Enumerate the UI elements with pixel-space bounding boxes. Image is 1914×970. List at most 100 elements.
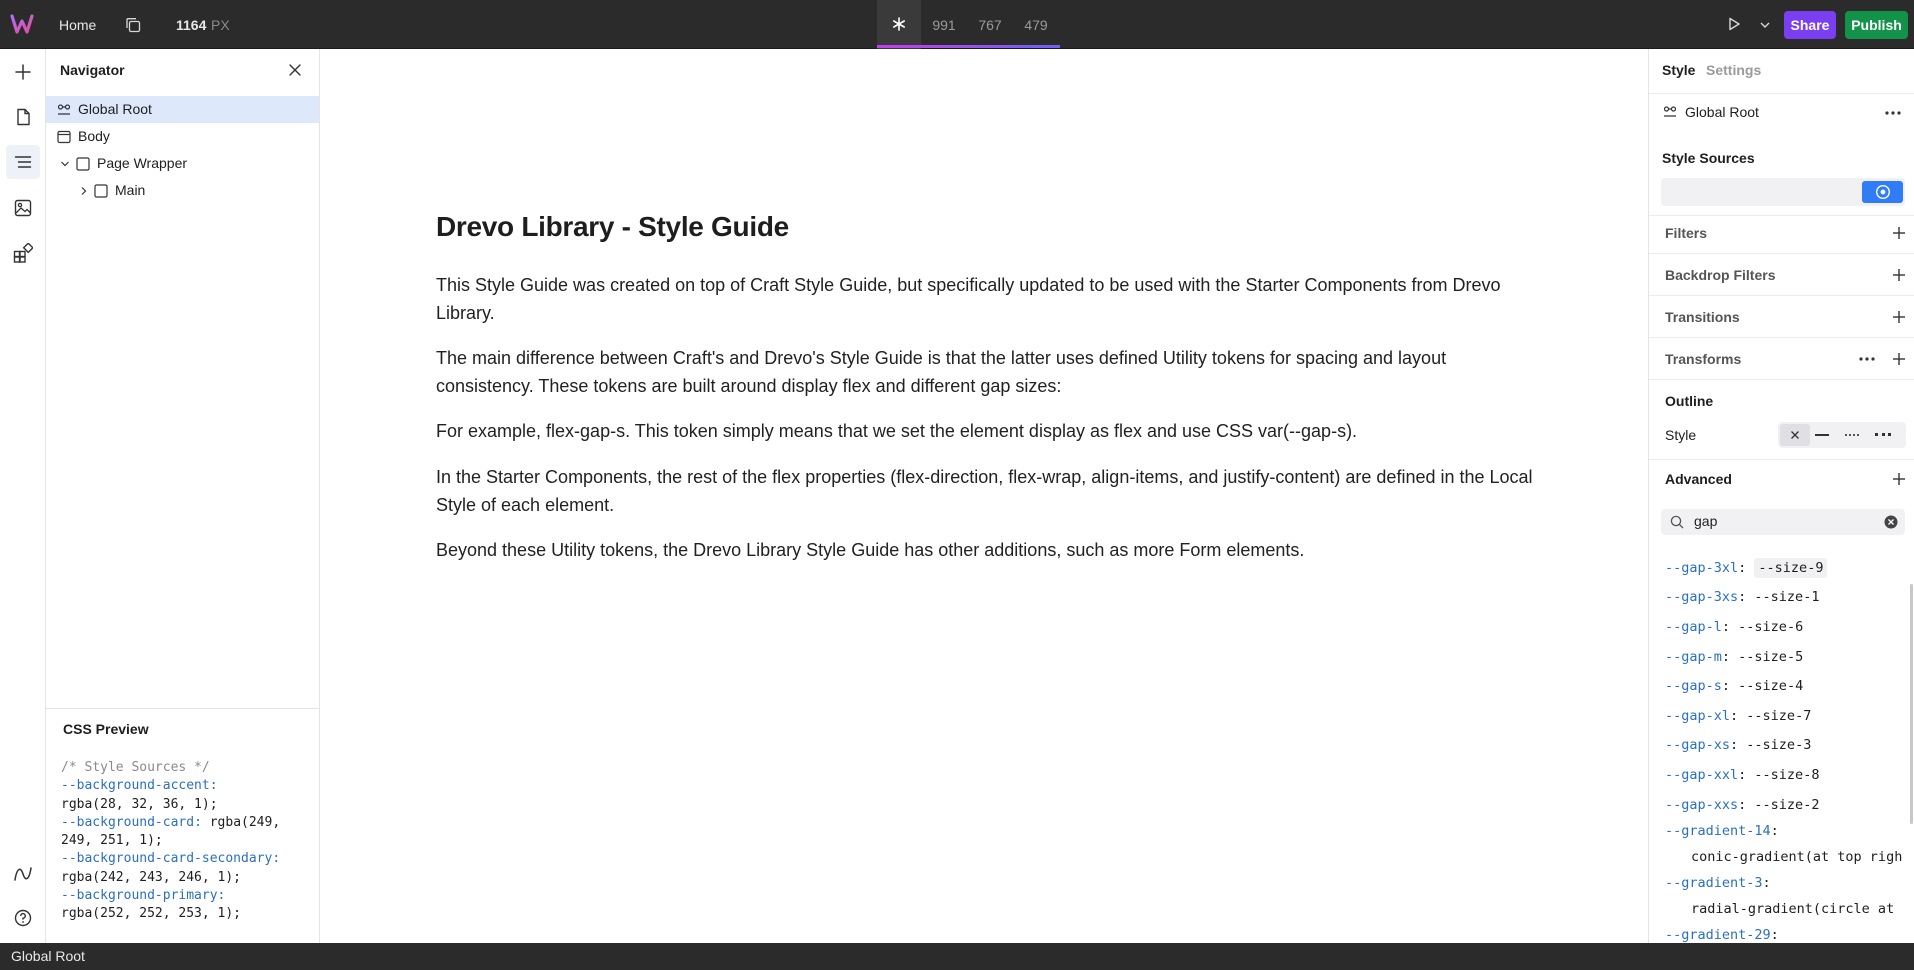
animation-curve-icon[interactable] [8, 859, 38, 889]
transform-more-icon[interactable] [1859, 357, 1875, 361]
pages-icon[interactable] [8, 102, 38, 132]
chevron-down-icon[interactable] [1759, 19, 1771, 31]
tree-item-page-wrapper[interactable]: Page Wrapper [46, 150, 319, 177]
css-variable-row[interactable]: --gradient-3: [1665, 875, 1771, 891]
css-val: rgba(242, 243, 246, 1); [61, 869, 242, 885]
tree-item-label: Global Root [78, 101, 152, 117]
assets-image-icon[interactable] [8, 193, 38, 223]
divider [1649, 253, 1914, 254]
add-transition-icon[interactable] [1892, 310, 1906, 324]
variable-value[interactable]: --size-2 [1754, 797, 1819, 813]
breakpoint-479[interactable]: 479 [1013, 0, 1059, 49]
css-variable-row[interactable]: --gap-s: --size-4 [1665, 678, 1803, 694]
clear-search-icon[interactable] [1884, 515, 1898, 529]
section-filters[interactable]: Filters [1665, 225, 1707, 241]
preview-play-icon[interactable] [1726, 16, 1742, 32]
design-canvas[interactable]: Drevo Library - Style Guide This Style G… [320, 49, 1648, 943]
breakpoint-991[interactable]: 991 [921, 0, 967, 49]
section-transitions[interactable]: Transitions [1665, 309, 1740, 325]
breakpoint-767[interactable]: 767 [967, 0, 1013, 49]
paragraph: In the Starter Components, the rest of t… [436, 467, 1533, 515]
divider [1649, 379, 1914, 380]
css-variable-row[interactable]: --gap-3xs: --size-1 [1665, 589, 1819, 605]
divider [1649, 459, 1914, 460]
navigator-title: Navigator [60, 62, 125, 78]
css-variable-row[interactable]: --gap-xxs: --size-2 [1665, 797, 1819, 813]
paragraph: Beyond these Utility tokens, the Drevo L… [436, 540, 1305, 560]
css-prop: --background-primary [61, 888, 218, 904]
close-icon[interactable] [289, 64, 301, 76]
css-variable-row[interactable]: --gap-xl: --size-7 [1665, 708, 1811, 724]
style-sources-input[interactable] [1661, 178, 1905, 206]
css-prop: --background-card-secondary [61, 851, 273, 867]
variable-value[interactable]: radial-gradient(circle at [1691, 901, 1894, 917]
section-outline[interactable]: Outline [1665, 393, 1713, 409]
variable-value[interactable]: conic-gradient(at top righ [1691, 849, 1902, 865]
local-style-token[interactable] [1862, 181, 1903, 203]
variable-name: --gradient-14 [1665, 823, 1771, 839]
apps-marketplace-icon[interactable] [8, 238, 38, 268]
tab-style[interactable]: Style [1662, 62, 1695, 78]
selected-element-label: Global Root [1685, 104, 1759, 120]
variable-value[interactable]: --size-6 [1738, 619, 1803, 635]
css-variable-row[interactable]: --gap-xs: --size-3 [1665, 737, 1811, 753]
variable-value[interactable]: --size-3 [1746, 737, 1811, 753]
panel-scrollbar[interactable] [1910, 584, 1913, 824]
search-input[interactable]: gap [1694, 513, 1717, 529]
variable-name: --gap-s [1665, 678, 1722, 694]
tab-settings[interactable]: Settings [1706, 62, 1761, 78]
property-search[interactable]: gap [1661, 509, 1905, 535]
more-options-icon[interactable] [1885, 111, 1901, 115]
publish-button[interactable]: Publish [1845, 11, 1908, 39]
navigator-rail-button[interactable] [6, 145, 40, 179]
webstudio-logo-icon[interactable] [10, 13, 34, 35]
outline-none-button[interactable] [1780, 424, 1810, 446]
css-variable-row[interactable]: --gradient-29: [1665, 927, 1779, 943]
add-property-icon[interactable] [1892, 472, 1906, 486]
tree-item-global-root[interactable]: Global Root [46, 96, 319, 123]
css-variable-row[interactable]: --gradient-14: [1665, 823, 1779, 839]
variable-name: --gradient-3 [1665, 875, 1763, 891]
variable-value[interactable]: --size-7 [1746, 708, 1811, 724]
section-backdrop-filters[interactable]: Backdrop Filters [1665, 267, 1775, 283]
css-variable-row[interactable]: --gap-3xl: --size-9 [1665, 558, 1828, 578]
variable-value[interactable]: --size-8 [1754, 767, 1819, 783]
variable-value[interactable]: --size-9 [1754, 558, 1828, 578]
css-sep: : [194, 814, 210, 830]
variable-value[interactable]: --size-5 [1738, 649, 1803, 665]
variable-name: --gap-3xl [1665, 560, 1739, 576]
outline-solid-button[interactable] [1815, 434, 1829, 436]
css-variable-row[interactable]: --gap-l: --size-6 [1665, 619, 1803, 635]
add-transform-icon[interactable] [1892, 352, 1906, 366]
canvas-width-value[interactable]: 1164 [176, 0, 206, 49]
section-advanced[interactable]: Advanced [1665, 471, 1732, 487]
status-breadcrumb[interactable]: Global Root [11, 943, 85, 970]
add-filter-icon[interactable] [1892, 226, 1906, 240]
base-breakpoint-button[interactable] [877, 0, 921, 49]
breakpoint-indicator [877, 45, 1060, 48]
pages-copy-icon[interactable] [125, 17, 141, 33]
page-name-button[interactable]: Home [59, 0, 96, 49]
add-icon[interactable] [8, 57, 38, 87]
chevron-right-icon[interactable] [79, 186, 89, 196]
tree-item-body[interactable]: Body [46, 123, 319, 150]
page-title: Drevo Library - Style Guide [436, 211, 789, 242]
paragraph: For example, flex-gap-s. This token simp… [436, 421, 1358, 441]
global-root-icon [1663, 105, 1677, 119]
help-icon[interactable] [8, 903, 38, 933]
section-transforms[interactable]: Transforms [1665, 351, 1741, 367]
global-root-icon [57, 103, 71, 117]
outline-style-label: Style [1665, 427, 1697, 443]
variable-value[interactable]: --size-1 [1754, 589, 1819, 605]
outline-dashed-button[interactable] [1875, 433, 1891, 436]
chevron-down-icon[interactable] [60, 159, 70, 169]
variable-value[interactable]: --size-4 [1738, 678, 1803, 694]
share-button[interactable]: Share [1784, 11, 1836, 39]
add-backdrop-filter-icon[interactable] [1892, 268, 1906, 282]
tree-item-main[interactable]: Main [46, 177, 319, 204]
breakpoint-bar: 991 767 479 [877, 0, 1060, 49]
outline-dotted-button[interactable] [1845, 434, 1859, 436]
css-variable-row[interactable]: --gap-xxl: --size-8 [1665, 767, 1819, 783]
css-variable-row[interactable]: --gap-m: --size-5 [1665, 649, 1803, 665]
css-preview-title: CSS Preview [63, 721, 149, 737]
